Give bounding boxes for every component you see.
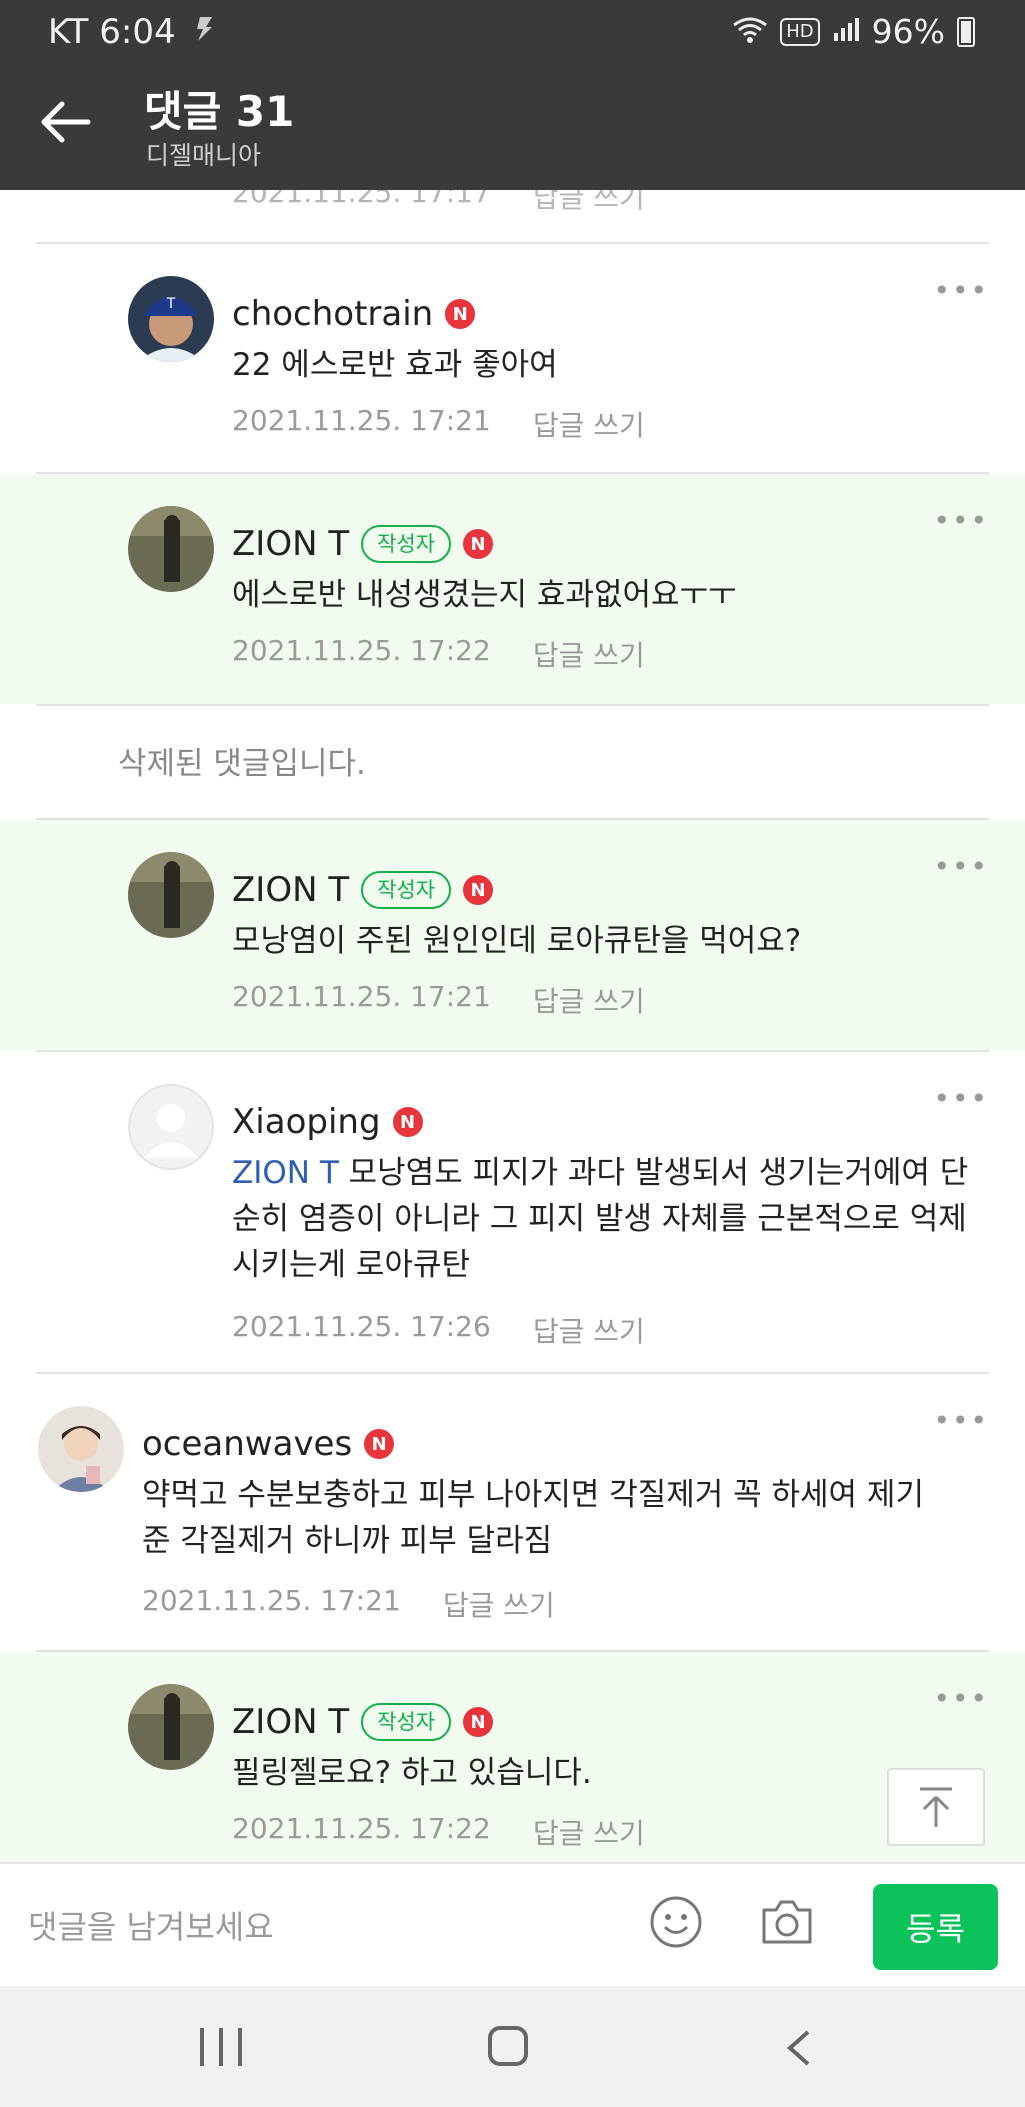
comment-item-author: ZION T 작성자 N 모낭염이 주된 원인인데 로아큐탄을 먹어요? 202…	[0, 820, 1025, 1050]
cafe-name: 디젤매니아	[146, 141, 262, 170]
carrier-time: KT 6:04	[48, 12, 176, 52]
comment-item: oceanwaves N 약먹고 수분보충하고 피부 나아지면 각질제거 꼭 하…	[0, 1374, 1025, 1650]
comment-nickname[interactable]: ZION T	[232, 870, 349, 910]
avatar[interactable]	[128, 1684, 214, 1770]
comment-text: 약먹고 수분보충하고 피부 나아지면 각질제거 꼭 하세여 제기준 각질제거 하…	[142, 1477, 924, 1559]
home-icon[interactable]	[488, 2026, 528, 2066]
camera-icon[interactable]	[758, 1894, 816, 1950]
deleted-comment-text: 삭제된 댓글입니다.	[118, 746, 366, 782]
reply-button[interactable]: 답글 쓰기	[533, 404, 645, 444]
comment-text: 모낭염이 주된 원인인데 로아큐탄을 먹어요?	[232, 923, 802, 959]
more-options-icon[interactable]: •••	[933, 504, 989, 537]
arrow-up-icon	[920, 1787, 952, 1827]
comment-date: 2021.11.25. 17:26	[232, 1310, 491, 1343]
more-options-icon[interactable]: •••	[933, 1404, 989, 1437]
notification-icon	[194, 12, 216, 52]
status-bar: KT 6:04 HD 96%	[0, 0, 1025, 62]
comment-item-author: ZION T 작성자 N 에스로반 내성생겼는지 효과없어요ㅜㅜ 2021.11…	[0, 474, 1025, 704]
avatar[interactable]	[128, 506, 214, 592]
avatar[interactable]	[128, 852, 214, 938]
comment-date: 2021.11.25. 17:22	[232, 634, 491, 667]
comment-date: 2021.11.25. 17:21	[142, 1584, 401, 1617]
mention-link[interactable]: ZION T	[232, 1155, 339, 1191]
author-badge: 작성자	[361, 525, 452, 563]
new-badge: N	[463, 529, 494, 559]
emoji-icon[interactable]	[648, 1894, 704, 1950]
app-header: KT 6:04 HD 96% 댓글 31 디젤매니아	[0, 0, 1025, 190]
new-badge: N	[463, 1707, 494, 1737]
wifi-icon	[732, 12, 768, 51]
comment-list: 2021.11.25. 17:17 답글 쓰기 T chochotrain N 2…	[0, 190, 1025, 1862]
new-badge: N	[463, 875, 494, 905]
comment-date: 2021.11.25. 17:21	[232, 980, 491, 1013]
new-badge: N	[392, 1107, 423, 1137]
reply-button[interactable]: 답글 쓰기	[533, 634, 645, 674]
comment-text: 에스로반 내성생겼는지 효과없어요ㅜㅜ	[232, 577, 737, 613]
comment-nickname[interactable]: oceanwaves	[142, 1424, 352, 1464]
reply-button[interactable]: 답글 쓰기	[533, 1310, 645, 1350]
signal-icon	[832, 12, 860, 51]
comment-item-author: ZION T 작성자 N 필링젤로요? 하고 있습니다. 2021.11.25.…	[0, 1652, 1025, 1862]
page-title: 댓글 31	[144, 87, 295, 136]
comment-nickname[interactable]: chochotrain	[232, 294, 433, 334]
submit-button[interactable]: 등록	[873, 1884, 998, 1970]
author-badge: 작성자	[361, 1703, 452, 1741]
more-options-icon[interactable]: •••	[933, 1682, 989, 1715]
comment-date: 2021.11.25. 17:21	[232, 404, 491, 437]
new-badge: N	[445, 299, 476, 329]
default-avatar-icon[interactable]	[128, 1084, 214, 1170]
new-badge: N	[364, 1429, 395, 1459]
more-options-icon[interactable]: •••	[933, 274, 989, 307]
comment-input-bar: 댓글을 남겨보세요 등록	[0, 1862, 1025, 1986]
comment-item: Xiaoping N ZION T 모낭염도 피지가 과다 발생되서 생기는거에…	[0, 1052, 1025, 1372]
nav-back-icon[interactable]	[784, 2028, 812, 2068]
deleted-comment: 삭제된 댓글입니다.	[0, 706, 1025, 818]
avatar[interactable]	[38, 1406, 124, 1492]
comment-text: 22 에스로반 효과 좋아여	[232, 347, 558, 383]
author-badge: 작성자	[361, 871, 452, 909]
svg-text:T: T	[166, 296, 176, 312]
reply-button[interactable]: 답글 쓰기	[533, 980, 645, 1020]
avatar[interactable]: T	[128, 276, 214, 362]
battery-icon	[957, 16, 975, 47]
hd-badge: HD	[780, 17, 820, 46]
comment-item: T chochotrain N 22 에스로반 효과 좋아여 2021.11.2…	[0, 244, 1025, 474]
more-options-icon[interactable]: •••	[933, 1082, 989, 1115]
back-arrow-icon[interactable]	[40, 96, 92, 148]
comment-nickname[interactable]: ZION T	[232, 1702, 349, 1742]
comment-meta-partial: 2021.11.25. 17:17 답글 쓰기	[232, 190, 645, 214]
reply-button[interactable]: 답글 쓰기	[443, 1584, 555, 1624]
more-options-icon[interactable]: •••	[933, 850, 989, 883]
scroll-to-top-button[interactable]	[887, 1768, 985, 1846]
comment-date: 2021.11.25. 17:22	[232, 1812, 491, 1845]
comment-text: ZION T 모낭염도 피지가 과다 발생되서 생기는거에여 단순히 염증이 아…	[232, 1155, 969, 1283]
system-nav-bar	[0, 1986, 1025, 2107]
comment-nickname[interactable]: ZION T	[232, 524, 349, 564]
battery-percent: 96%	[871, 12, 945, 51]
comment-input[interactable]: 댓글을 남겨보세요	[28, 1902, 274, 1948]
recent-apps-icon[interactable]	[200, 2028, 242, 2066]
comment-nickname[interactable]: Xiaoping	[232, 1102, 381, 1142]
reply-button[interactable]: 답글 쓰기	[533, 1812, 645, 1852]
